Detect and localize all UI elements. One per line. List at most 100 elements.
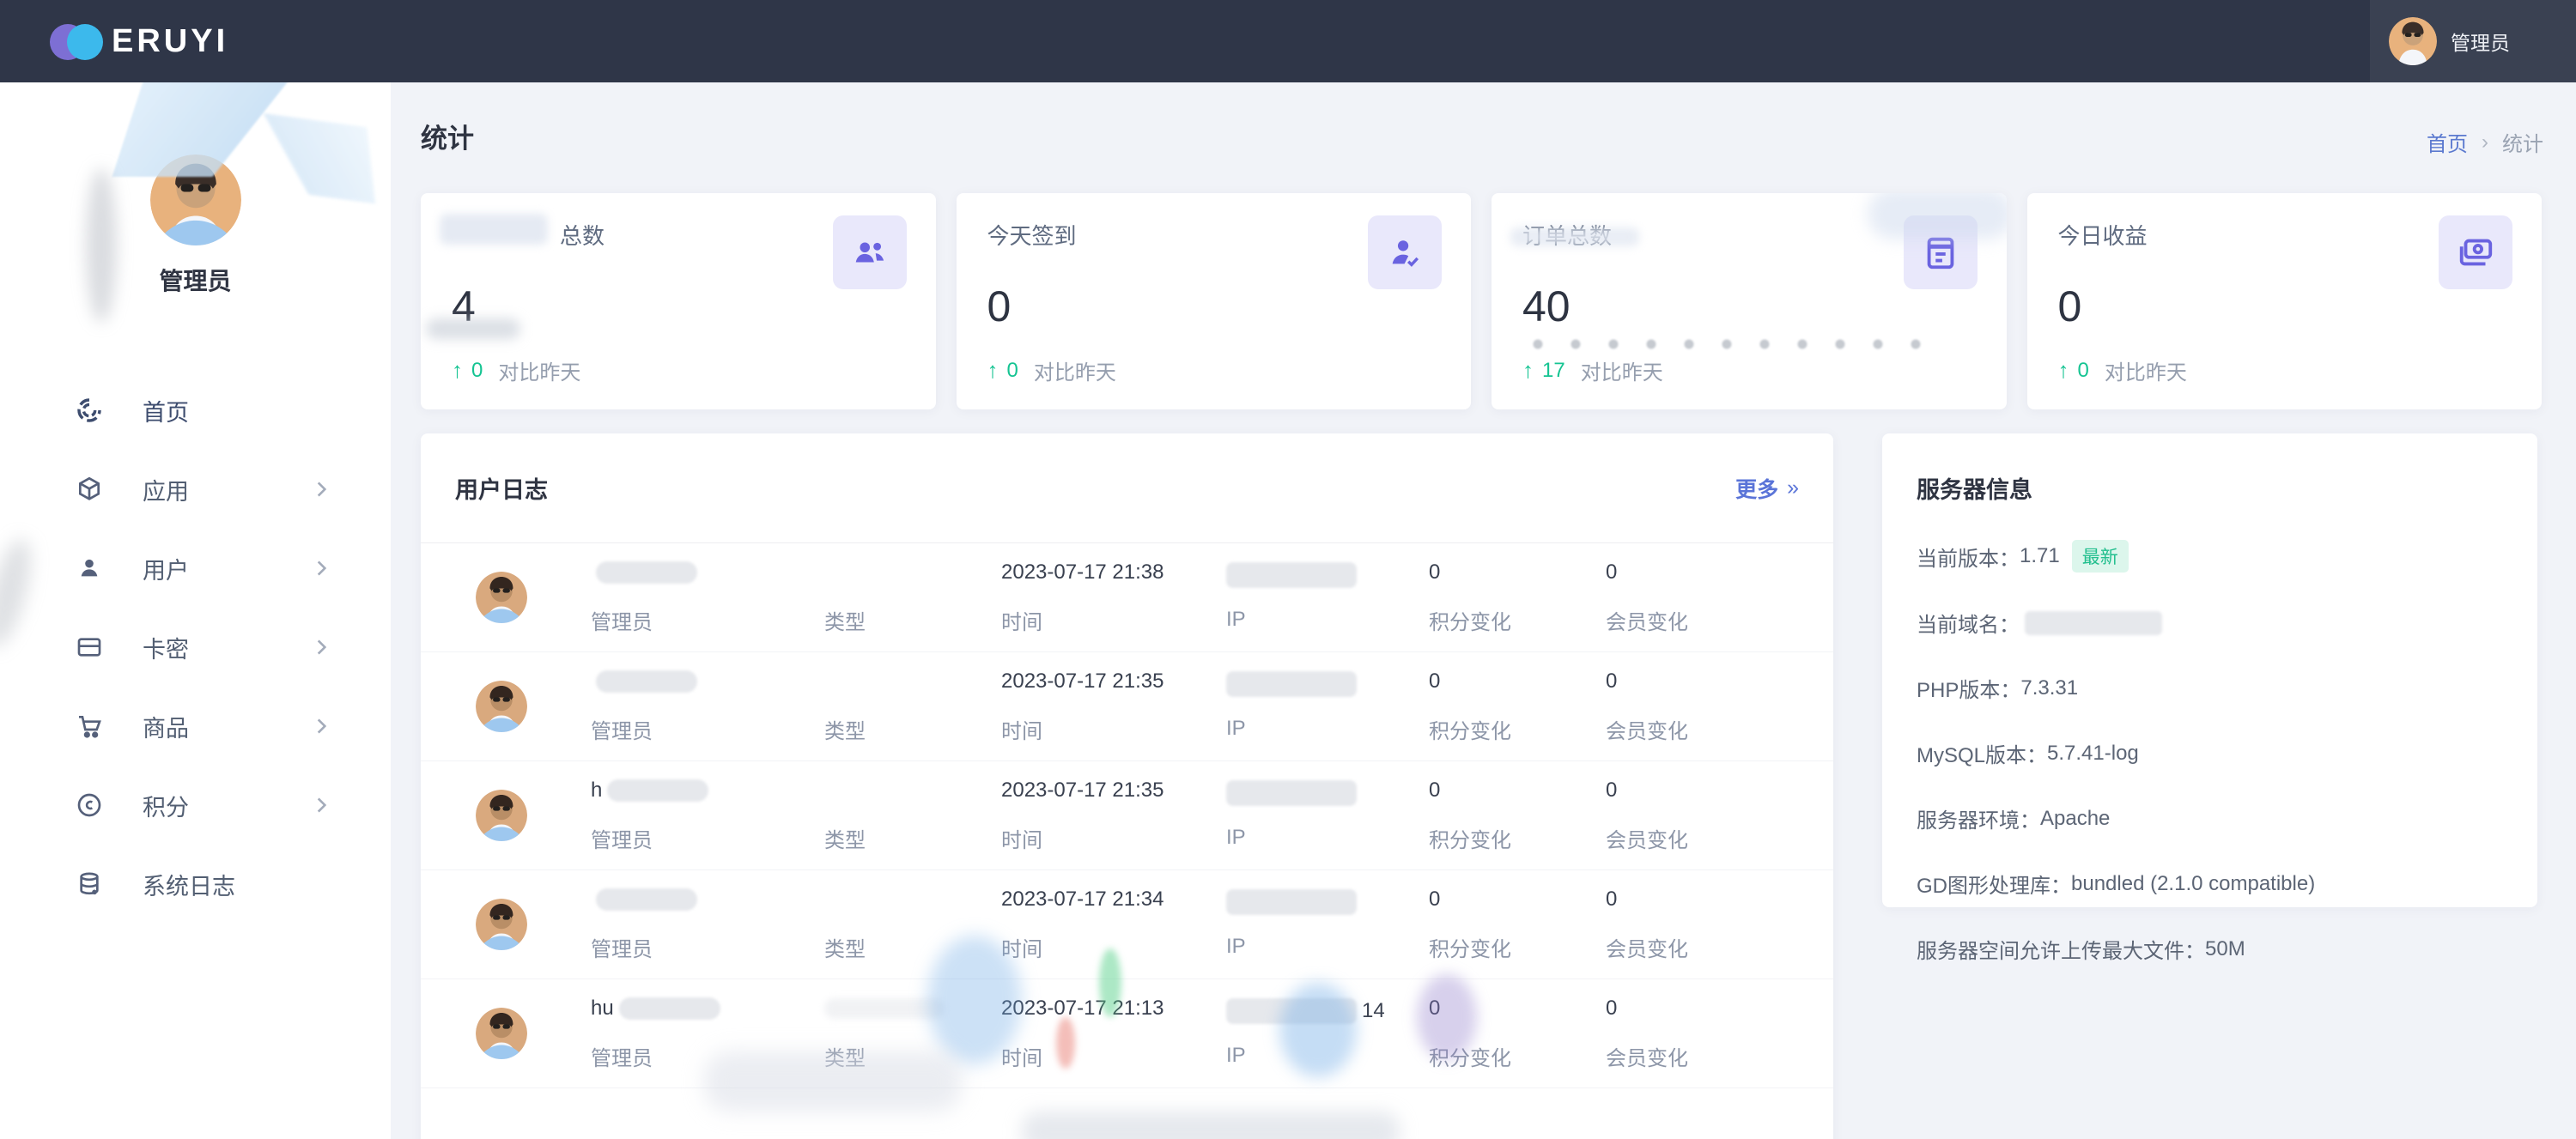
- log-icon: [76, 870, 103, 898]
- row-time: 2023-07-17 21:35: [1001, 669, 1164, 693]
- log-cell-type: 类型: [824, 560, 1001, 635]
- stat-card-today-revenue: 今日收益 0 ↑ 0 对比昨天: [2026, 193, 2542, 409]
- sidebar-item-label: 商品: [143, 715, 189, 742]
- server-line-value: Apache: [2040, 806, 2111, 830]
- log-cell-points: 0 积分变化: [1429, 560, 1606, 635]
- row-member: 0: [1606, 560, 1618, 584]
- breadcrumb: 首页 › 统计: [2427, 127, 2543, 157]
- server-line-label: 服务器环境：: [1917, 809, 2040, 833]
- time-label: 时间: [1001, 610, 1042, 634]
- coin-icon: [76, 791, 103, 819]
- row-member: 0: [1606, 996, 1618, 1020]
- log-cell-type: 类型: [824, 997, 1001, 1071]
- row-time: 2023-07-17 21:13: [1001, 996, 1164, 1020]
- censored-name: [596, 669, 697, 693]
- server-line-value: 50M: [2205, 936, 2245, 960]
- sidebar-item-label: 卡密: [143, 636, 189, 663]
- row-time: 2023-07-17 21:35: [1001, 778, 1164, 802]
- money-icon: [2439, 215, 2512, 289]
- sidebar-item-label: 用户: [143, 557, 189, 584]
- cube-icon: [76, 476, 103, 503]
- breadcrumb-current: 统计: [2502, 133, 2543, 156]
- log-cell-ip: IP: [1226, 671, 1429, 741]
- row-avatar: [476, 899, 527, 950]
- sidebar-item-label: 首页: [143, 399, 189, 426]
- profile-name: 管理员: [159, 268, 232, 294]
- stat-delta-label: 对比昨天: [2104, 361, 2187, 385]
- server-line-label: 当前版本：: [1917, 547, 2020, 571]
- log-cell-points: 0 积分变化: [1429, 888, 1606, 962]
- server-line-label: 当前域名：: [1917, 614, 2020, 637]
- log-row: 管理员 类型 2023-07-17 21:34 时间 IP 0 积分变化 0 会…: [421, 870, 1833, 979]
- card-icon: [76, 633, 103, 661]
- sidebar: 管理员 首页 应用 用户 卡密 商品 积分 系统日志: [0, 82, 391, 1139]
- stat-delta: 0: [2077, 358, 2089, 382]
- more-link[interactable]: 更多 »: [1735, 473, 1799, 504]
- type-label: 类型: [824, 937, 866, 961]
- censored-text: [1510, 227, 1639, 246]
- sidebar-item-system-log[interactable]: 系统日志: [0, 845, 391, 924]
- sidebar-item-points[interactable]: 积分: [0, 766, 391, 845]
- chevron-right-icon: [310, 478, 332, 500]
- sidebar-item-home[interactable]: 首页: [0, 371, 391, 450]
- sidebar-item-apps[interactable]: 应用: [0, 450, 391, 529]
- up-arrow-icon: ↑: [452, 357, 463, 383]
- stat-delta-label: 对比昨天: [1033, 361, 1116, 385]
- user-name: 管理员: [2451, 32, 2510, 54]
- log-cell-type: 类型: [824, 888, 1001, 962]
- row-member: 0: [1606, 778, 1618, 802]
- sidebar-item-cards[interactable]: 卡密: [0, 608, 391, 687]
- server-info-card: 服务器信息 当前版本： 1.71 最新 当前域名： PHP版本： 7.3.31 …: [1882, 433, 2537, 963]
- type-label: 类型: [824, 1046, 866, 1070]
- sidebar-item-users[interactable]: 用户: [0, 529, 391, 608]
- breadcrumb-separator: ›: [2482, 130, 2488, 154]
- censored-name: [607, 779, 709, 802]
- stat-delta: 0: [1006, 358, 1018, 382]
- row-time: 2023-07-17 21:38: [1001, 560, 1164, 584]
- log-cell-points: 0 积分变化: [1429, 669, 1606, 744]
- row-member: 0: [1606, 887, 1618, 911]
- top-navbar: ERUYI 管理员: [0, 0, 2576, 82]
- log-row: h 管理员 类型 2023-07-17 21:35 时间 IP 0 积分变化 0: [421, 761, 1833, 870]
- watermark-smudge: [426, 318, 520, 339]
- time-label: 时间: [1001, 828, 1042, 852]
- double-chevron-icon: »: [1787, 476, 1799, 500]
- server-line-env: 服务器环境： Apache: [1917, 803, 2503, 833]
- chevron-right-icon: [310, 794, 332, 816]
- row-avatar: [476, 572, 527, 623]
- type-label: 类型: [824, 828, 866, 852]
- censored-name: [618, 997, 720, 1020]
- stat-card-footer: ↑ 17 对比昨天: [1522, 355, 1663, 385]
- log-cell-time: 2023-07-17 21:38 时间: [1001, 560, 1226, 635]
- user-avatar: [2389, 17, 2437, 65]
- row-points: 0: [1429, 996, 1441, 1020]
- row-points: 0: [1429, 669, 1441, 693]
- censored-domain: [2025, 610, 2162, 635]
- log-cell-user: 管理员: [527, 669, 824, 744]
- row-points: 0: [1429, 560, 1441, 584]
- row-role: 管理员: [591, 1046, 653, 1070]
- breadcrumb-home-link[interactable]: 首页: [2427, 127, 2468, 157]
- log-cell-user: hu 管理员: [527, 997, 824, 1071]
- stat-card-value: 4: [452, 282, 476, 330]
- censored-ip: [1226, 671, 1357, 697]
- censored-ip: [1226, 780, 1357, 806]
- stat-card-total-orders: 订单总数 40 ↑ 17 对比昨天: [1492, 193, 2007, 409]
- member-label: 会员变化: [1606, 937, 1688, 961]
- censored-ip: [1226, 889, 1357, 915]
- log-cell-ip: IP: [1226, 889, 1429, 959]
- chevron-right-icon: [310, 557, 332, 579]
- server-line-value: 5.7.41-log: [2047, 741, 2139, 765]
- type-label: 类型: [824, 719, 866, 743]
- stat-delta-label: 对比昨天: [498, 361, 581, 385]
- user-check-icon: [1368, 215, 1442, 289]
- navbar-user-menu[interactable]: 管理员: [2370, 0, 2576, 82]
- row-avatar: [476, 681, 527, 732]
- server-line-version: 当前版本： 1.71 最新: [1917, 540, 2503, 573]
- row-name-prefix: hu: [591, 996, 614, 1020]
- up-arrow-icon: ↑: [1522, 357, 1534, 383]
- points-label: 积分变化: [1429, 1046, 1511, 1070]
- sidebar-item-goods[interactable]: 商品: [0, 687, 391, 766]
- log-cell-points: 0 积分变化: [1429, 779, 1606, 853]
- stat-card-footer: ↑ 0 对比昨天: [987, 355, 1116, 385]
